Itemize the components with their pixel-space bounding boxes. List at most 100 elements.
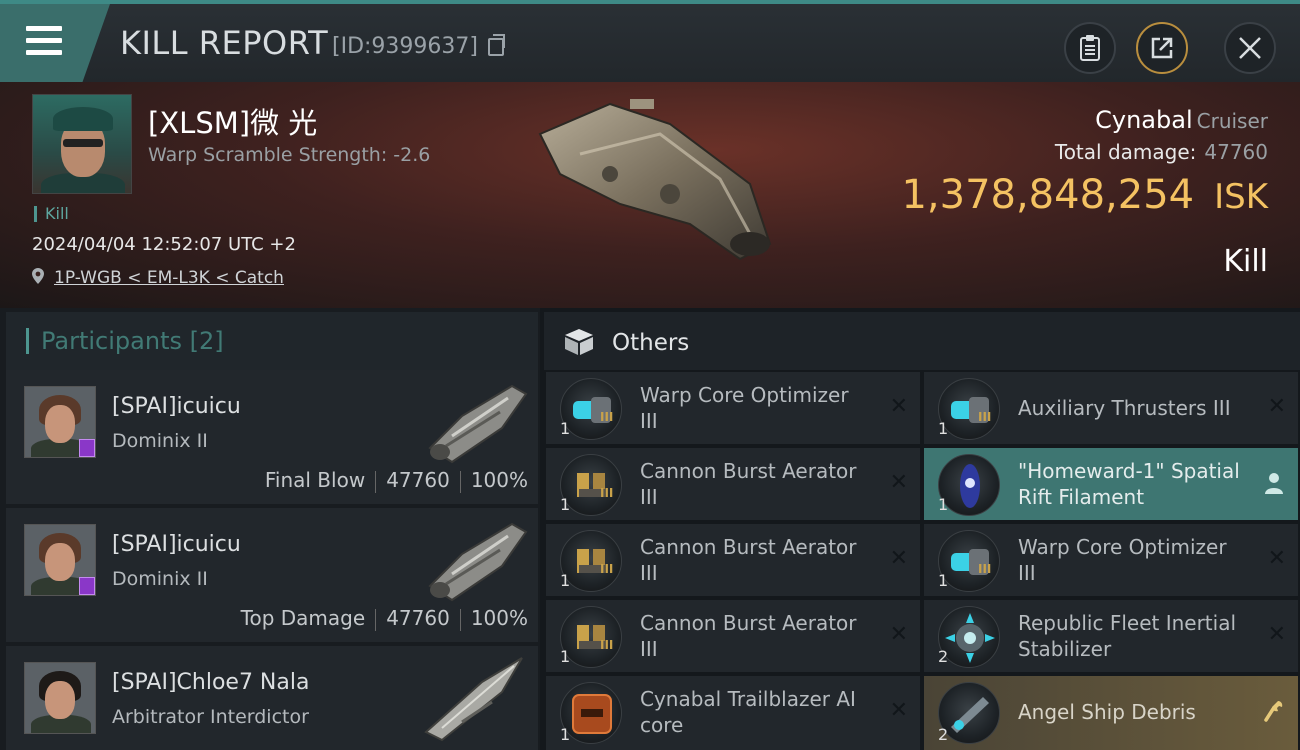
isk-value: 1,378,848,254 ISK xyxy=(901,172,1268,218)
item-slot[interactable]: 1 Cynabal Trailblazer AI core ✕ xyxy=(546,676,920,750)
participants-title: Participants [2] xyxy=(26,328,224,354)
participant-damage: 47760 xyxy=(386,606,450,630)
share-icon xyxy=(1151,37,1173,59)
participant-name[interactable]: [SPAI]Chloe7 Nala xyxy=(112,670,309,695)
participant-ship: Dominix II xyxy=(112,430,208,452)
item-quantity: 1 xyxy=(938,495,949,514)
clipboard-button[interactable] xyxy=(1064,22,1116,74)
participant-name[interactable]: [SPAI]icuicu xyxy=(112,394,241,419)
others-header: Others xyxy=(544,312,1300,370)
item-slot[interactable]: 1 III Warp Core Optimizer III ✕ xyxy=(546,372,920,444)
item-slot[interactable]: 1 III Cannon Burst Aerator III ✕ xyxy=(546,524,920,596)
item-name: Warp Core Optimizer III xyxy=(640,383,849,433)
participants-title-text: Participants xyxy=(41,327,182,355)
participant-ship-image xyxy=(424,657,523,742)
participant-role: Top Damage xyxy=(240,606,366,630)
item-tier: III xyxy=(600,562,614,576)
participant-percent: 100% xyxy=(470,468,528,492)
participant-ship: Arbitrator Interdictor xyxy=(112,706,309,728)
item-quantity: 1 xyxy=(560,647,571,666)
badge-icon xyxy=(79,439,95,457)
participant-ship-image xyxy=(428,522,528,602)
hamburger-icon xyxy=(26,26,62,56)
report-id: [ID:9399637] xyxy=(332,34,478,59)
share-button[interactable] xyxy=(1136,22,1188,74)
destroyed-x-icon: ✕ xyxy=(889,622,908,647)
participants-panel: Participants [2] [SPAI]icuicu Dominix II… xyxy=(0,308,540,750)
destroyed-x-icon: ✕ xyxy=(889,470,908,495)
item-tier: III xyxy=(978,410,992,424)
item-slot[interactable]: 2 Angel Ship Debris xyxy=(924,676,1298,750)
kill-banner: [XLSM]微 光 Warp Scramble Strength: -2.6 K… xyxy=(0,82,1300,308)
cube-icon xyxy=(565,329,593,355)
close-icon xyxy=(1239,37,1261,59)
participant-row[interactable]: [SPAI]Chloe7 Nala Arbitrator Interdictor xyxy=(6,646,538,750)
participant-row[interactable]: [SPAI]icuicu Dominix II Top Damage 47760 1… xyxy=(6,508,538,642)
participant-avatar[interactable] xyxy=(24,524,96,596)
victim-ship-image xyxy=(538,99,772,261)
location-link[interactable]: 1P-WGB < EM-L3K < Catch xyxy=(54,268,284,288)
copy-icon[interactable] xyxy=(488,34,505,56)
item-name: Cannon Burst Aerator III xyxy=(640,611,857,661)
item-tier: III xyxy=(600,410,614,424)
item-tier: III xyxy=(600,638,614,652)
item-name: Cynabal Trailblazer AI core xyxy=(640,687,856,737)
badge-icon xyxy=(79,577,95,595)
total-damage: Total damage: 47760 xyxy=(1055,140,1268,164)
item-slot[interactable]: 1 "Homeward-1" Spatial Rift Filament xyxy=(924,448,1298,520)
item-slot[interactable]: 1 III Auxiliary Thrusters III ✕ xyxy=(924,372,1298,444)
item-name: Cannon Burst Aerator III xyxy=(640,535,857,585)
participant-role: Final Blow xyxy=(264,468,366,492)
item-quantity: 2 xyxy=(938,647,949,666)
item-name: Auxiliary Thrusters III xyxy=(1018,396,1231,420)
destroyed-x-icon: ✕ xyxy=(1267,622,1286,647)
menu-button[interactable] xyxy=(0,4,110,82)
participant-ship-image xyxy=(428,384,528,464)
item-quantity: 1 xyxy=(560,495,571,514)
item-name: "Homeward-1" Spatial Rift Filament xyxy=(1018,459,1240,509)
ship-class-text: Cruiser xyxy=(1196,109,1268,133)
victim-name[interactable]: [XLSM]微 光 xyxy=(148,100,317,142)
header-bar: KILL REPORT [ID:9399637] xyxy=(0,0,1300,82)
item-name: Cannon Burst Aerator III xyxy=(640,459,857,509)
item-slot[interactable]: 2 Republic Fleet Inertial Stabilizer ✕ xyxy=(924,600,1298,672)
destroyed-x-icon: ✕ xyxy=(889,394,908,419)
participant-damage: 47760 xyxy=(386,468,450,492)
participant-ship: Dominix II xyxy=(112,568,208,590)
page-title: KILL REPORT xyxy=(120,24,329,62)
item-slot[interactable]: 1 III Cannon Burst Aerator III ✕ xyxy=(546,448,920,520)
participant-row[interactable]: [SPAI]icuicu Dominix II Final Blow 47760 1… xyxy=(6,370,538,504)
victim-avatar[interactable] xyxy=(32,94,132,194)
item-tier: III xyxy=(600,486,614,500)
clipboard-icon xyxy=(1080,35,1100,61)
item-quantity: 1 xyxy=(560,419,571,438)
item-name: Republic Fleet Inertial Stabilizer xyxy=(1018,611,1237,661)
item-quantity: 1 xyxy=(938,419,949,438)
participant-avatar[interactable] xyxy=(24,662,96,734)
others-title: Others xyxy=(612,330,690,356)
item-quantity: 1 xyxy=(560,725,571,744)
participants-count: [2] xyxy=(189,327,224,355)
destroyed-x-icon: ✕ xyxy=(889,698,908,723)
participants-header: Participants [2] xyxy=(6,312,538,370)
kill-timestamp: 2024/04/04 12:52:07 UTC +2 xyxy=(32,234,296,255)
result-label: Kill xyxy=(1223,244,1268,279)
close-button[interactable] xyxy=(1224,22,1276,74)
kill-tag: Kill xyxy=(34,206,69,222)
item-name: Angel Ship Debris xyxy=(1018,700,1196,724)
item-slot[interactable]: 1 III Cannon Burst Aerator III ✕ xyxy=(546,600,920,672)
item-name: Warp Core Optimizer III xyxy=(1018,535,1227,585)
victim-ship-name: Cynabal Cruiser xyxy=(1095,106,1268,134)
participant-percent: 100% xyxy=(470,606,528,630)
item-quantity: 2 xyxy=(938,725,949,744)
total-damage-label: Total damage: xyxy=(1054,140,1197,164)
wrench-icon xyxy=(1264,701,1283,722)
participant-name[interactable]: [SPAI]icuicu xyxy=(112,532,241,557)
participant-avatar[interactable] xyxy=(24,386,96,458)
total-damage-value: 47760 xyxy=(1204,140,1268,164)
isk-unit: ISK xyxy=(1214,177,1268,217)
location-pin-icon xyxy=(32,268,44,284)
destroyed-x-icon: ✕ xyxy=(1267,546,1286,571)
item-slot[interactable]: 1 III Warp Core Optimizer III ✕ xyxy=(924,524,1298,596)
item-tier: III xyxy=(978,562,992,576)
